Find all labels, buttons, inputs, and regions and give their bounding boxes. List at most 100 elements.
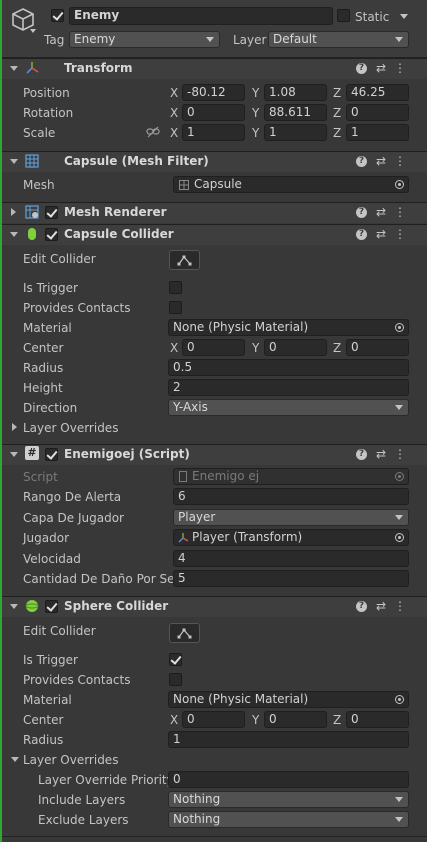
capsule-center-x-field[interactable]: 0 (182, 339, 245, 356)
sphere-collider-presets-icon[interactable]: ⇄ (374, 599, 388, 613)
icon-dropdown-arrow-icon[interactable] (30, 29, 36, 33)
layer-override-priority-field[interactable]: 0 (168, 771, 409, 788)
layer-override-priority-label: Layer Override Priority (38, 773, 174, 787)
mesh-renderer-foldout-icon[interactable] (11, 208, 16, 216)
transform-menu-icon[interactable]: ⋮ (393, 61, 407, 75)
capsule-material-field[interactable]: None (Physic Material) (168, 319, 409, 336)
position-x-label[interactable]: X (170, 85, 178, 101)
sphere-center-x-field[interactable]: 0 (182, 711, 245, 728)
active-checkbox[interactable] (51, 9, 64, 22)
tag-dropdown[interactable]: Enemy (69, 31, 220, 48)
position-y-field[interactable]: 1.08 (264, 84, 327, 101)
sphere-material-field[interactable]: None (Physic Material) (168, 691, 409, 708)
capsule-center-y-field[interactable]: 0 (264, 339, 327, 356)
sphere-center-y-label[interactable]: Y (252, 712, 259, 728)
mesh-filter-help-icon[interactable]: ? (356, 156, 367, 167)
script-menu-icon[interactable]: ⋮ (393, 447, 407, 461)
scale-z-label[interactable]: Z (333, 125, 341, 141)
rotation-y-label[interactable]: Y (252, 105, 259, 121)
script-enabled-checkbox[interactable] (45, 448, 58, 461)
rotation-x-label[interactable]: X (170, 105, 178, 121)
rango-field[interactable]: 6 (173, 488, 409, 505)
mesh-filter-menu-icon[interactable]: ⋮ (393, 154, 407, 168)
capsule-collider-enabled-checkbox[interactable] (45, 228, 58, 241)
mesh-renderer-menu-icon[interactable]: ⋮ (393, 205, 407, 219)
capsule-layer-overrides-foldout-icon[interactable] (12, 423, 17, 431)
sphere-center-y-field[interactable]: 0 (264, 711, 327, 728)
capa-label: Capa De Jugador (23, 511, 124, 525)
sphere-layer-overrides-foldout-icon[interactable] (11, 757, 19, 762)
capsule-layer-overrides-label[interactable]: Layer Overrides (23, 420, 118, 436)
sphere-material-picker-icon[interactable] (395, 695, 404, 704)
mesh-renderer-presets-icon[interactable]: ⇄ (374, 205, 388, 219)
sphere-center-x-label[interactable]: X (170, 712, 178, 728)
scale-x-field[interactable]: 1 (182, 124, 245, 141)
capsule-direction-dropdown[interactable]: Y-Axis (168, 399, 409, 416)
capsule-center-y-label[interactable]: Y (252, 340, 259, 356)
velocidad-field[interactable]: 4 (173, 550, 409, 567)
mesh-renderer-enabled-checkbox[interactable] (45, 206, 58, 219)
constrain-proportions-link-icon[interactable] (146, 126, 160, 138)
mesh-filter-presets-icon[interactable]: ⇄ (374, 154, 388, 168)
sphere-center-z-field[interactable]: 0 (346, 711, 409, 728)
capsule-center-z-field[interactable]: 0 (346, 339, 409, 356)
script-foldout-icon[interactable] (10, 452, 18, 457)
transform-help-icon[interactable]: ? (356, 63, 367, 74)
script-field-label: Script (23, 470, 58, 484)
position-z-field[interactable]: 46.25 (346, 84, 409, 101)
position-y-label[interactable]: Y (252, 85, 259, 101)
capsule-radius-field[interactable]: 0.5 (168, 359, 409, 376)
sphere-radius-field[interactable]: 1 (168, 731, 409, 748)
sphere-collider-menu-icon[interactable]: ⋮ (393, 599, 407, 613)
sphere-collider-enabled-checkbox[interactable] (45, 600, 58, 613)
script-help-icon[interactable]: ? (356, 449, 367, 460)
object-name-field[interactable]: Enemy (69, 7, 333, 25)
scale-y-label[interactable]: Y (252, 125, 259, 141)
capsule-material-picker-icon[interactable] (395, 323, 404, 332)
scale-y-field[interactable]: 1 (264, 124, 327, 141)
capsule-edit-collider-button[interactable] (169, 250, 200, 270)
capsule-height-field[interactable]: 2 (168, 379, 409, 396)
capsule-is-trigger-checkbox[interactable] (169, 281, 182, 294)
static-checkbox[interactable] (337, 9, 350, 22)
dano-field[interactable]: 5 (173, 570, 409, 587)
sphere-center-z-label[interactable]: Z (333, 712, 341, 728)
mesh-renderer-help-icon[interactable]: ? (356, 207, 367, 218)
position-z-label[interactable]: Z (333, 85, 341, 101)
include-layers-dropdown[interactable]: Nothing (168, 791, 409, 808)
mesh-filter-foldout-icon[interactable] (10, 159, 18, 164)
rotation-z-field[interactable]: 0 (346, 104, 409, 121)
sphere-provides-contacts-checkbox[interactable] (169, 673, 182, 686)
exclude-layers-value: Nothing (173, 812, 221, 826)
script-presets-icon[interactable]: ⇄ (374, 447, 388, 461)
capa-dropdown[interactable]: Player (173, 509, 409, 526)
mesh-object-picker-icon[interactable] (395, 180, 404, 189)
scale-x-label[interactable]: X (170, 125, 178, 141)
static-dropdown-arrow-icon[interactable] (400, 14, 408, 19)
sphere-layer-overrides-label[interactable]: Layer Overrides (23, 752, 118, 768)
scale-z-field[interactable]: 1 (346, 124, 409, 141)
sphere-edit-collider-button[interactable] (169, 623, 200, 643)
position-x-field[interactable]: -80.12 (182, 84, 245, 101)
capsule-collider-help-icon[interactable]: ? (356, 229, 367, 240)
capsule-provides-contacts-checkbox[interactable] (169, 301, 182, 314)
capsule-center-x-label[interactable]: X (170, 340, 178, 356)
jugador-picker-icon[interactable] (395, 533, 404, 542)
transform-presets-icon[interactable]: ⇄ (374, 61, 388, 75)
layer-dropdown[interactable]: Default (268, 31, 409, 48)
exclude-layers-label: Exclude Layers (38, 813, 129, 827)
capsule-collider-foldout-icon[interactable] (10, 232, 18, 237)
sphere-collider-help-icon[interactable]: ? (356, 601, 367, 612)
exclude-layers-dropdown[interactable]: Nothing (168, 811, 409, 828)
sphere-collider-foldout-icon[interactable] (10, 604, 18, 609)
rotation-x-field[interactable]: 0 (182, 104, 245, 121)
sphere-is-trigger-checkbox[interactable] (169, 653, 182, 666)
jugador-field[interactable]: Player (Transform) (173, 529, 409, 546)
rotation-z-label[interactable]: Z (333, 105, 341, 121)
capsule-center-z-label[interactable]: Z (333, 340, 341, 356)
mesh-field[interactable]: Capsule (173, 176, 409, 193)
capsule-collider-presets-icon[interactable]: ⇄ (374, 227, 388, 241)
transform-foldout-icon[interactable] (10, 66, 18, 71)
rotation-y-field[interactable]: 88.611 (264, 104, 327, 121)
capsule-collider-menu-icon[interactable]: ⋮ (393, 227, 407, 241)
